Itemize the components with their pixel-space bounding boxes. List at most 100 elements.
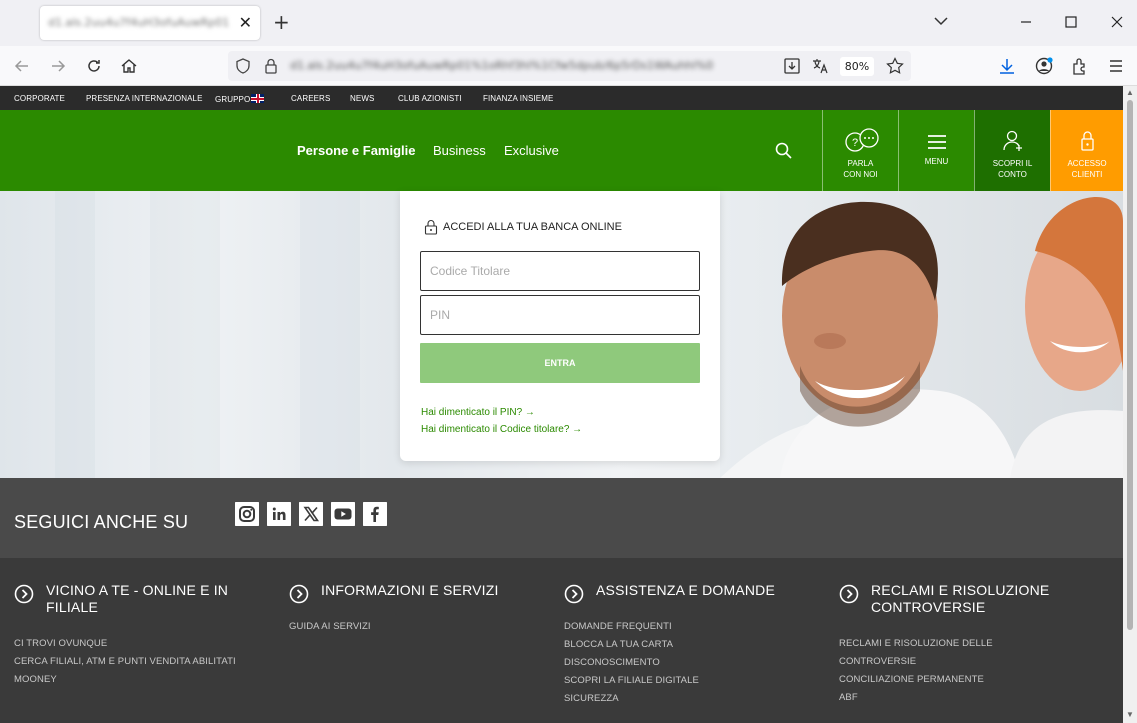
login-lock-icon: [424, 220, 438, 235]
segment-exclusive[interactable]: Exclusive: [504, 143, 559, 158]
uk-flag-icon: [251, 94, 265, 103]
login-title: ACCEDI ALLA TUA BANCA ONLINE: [443, 221, 622, 233]
parla-con-noi-button[interactable]: ? PARLA CON NOI: [822, 110, 898, 191]
forgot-pin-link[interactable]: Hai dimenticato il PIN? →: [421, 407, 535, 418]
tab-title: d1.als.2uu4u7f4uH3ofuAuwRp01: [48, 16, 230, 29]
footer-link[interactable]: CONTROVERSIE: [839, 656, 916, 667]
footer-link[interactable]: MOONEY: [14, 674, 57, 685]
accesso-clienti-button[interactable]: ACCESSO CLIENTI: [1050, 110, 1123, 191]
footer-heading[interactable]: INFORMAZIONI E SERVIZI: [321, 582, 551, 599]
topnav-finanza-insieme[interactable]: FINANZA INSIEME: [483, 94, 553, 103]
back-icon[interactable]: [12, 56, 32, 76]
footer-link[interactable]: DISCONOSCIMENTO: [564, 657, 660, 668]
topnav-club-azionisti[interactable]: CLUB AZIONISTI: [398, 94, 462, 103]
translate-icon[interactable]: [810, 56, 830, 76]
minimize-icon[interactable]: [1016, 12, 1036, 32]
chevron-circle-icon: [14, 584, 34, 604]
hero-background-column: [150, 191, 220, 478]
social-title: SEGUICI ANCHE SU: [14, 512, 189, 532]
footer-heading[interactable]: VICINO A TE - ONLINE E IN FILIALE: [46, 582, 276, 616]
hero-couple-photo: [720, 191, 1123, 478]
codice-titolare-input[interactable]: [420, 251, 700, 291]
footer-column-informazioni: INFORMAZIONI E SERVIZI GUIDA AI SERVIZI: [289, 582, 549, 702]
search-icon[interactable]: [774, 141, 794, 161]
footer-link[interactable]: ABF: [839, 692, 858, 703]
topnav-gruppo[interactable]: GRUPPO: [215, 94, 265, 104]
facebook-icon[interactable]: [363, 502, 387, 526]
footer-heading[interactable]: RECLAMI E RISOLUZIONE CONTROVERSIE: [871, 582, 1101, 616]
segment-business[interactable]: Business: [433, 143, 486, 158]
add-user-icon: [1003, 130, 1022, 151]
scroll-up-arrow-icon[interactable]: ▲: [1126, 88, 1134, 97]
address-bar[interactable]: d1.als.2uu4u7f4uH3ofuAuwRp01%1oRhf3hl%1C…: [228, 51, 911, 81]
entra-button[interactable]: ENTRA: [420, 343, 700, 383]
account-icon[interactable]: [1034, 56, 1054, 76]
chevron-circle-icon: [564, 584, 584, 604]
topnav-presenza-internazionale[interactable]: PRESENZA INTERNAZIONALE: [86, 94, 203, 103]
save-page-icon[interactable]: [782, 56, 802, 76]
footer-link[interactable]: DOMANDE FREQUENTI: [564, 621, 672, 632]
parla-con-noi-label: PARLA CON NOI: [843, 159, 878, 179]
home-icon[interactable]: [119, 56, 139, 76]
topnav-careers[interactable]: CAREERS: [291, 94, 330, 103]
youtube-icon[interactable]: [331, 502, 355, 526]
close-window-icon[interactable]: [1107, 12, 1127, 32]
new-tab-icon[interactable]: +: [273, 10, 290, 34]
maximize-icon[interactable]: [1061, 12, 1081, 32]
segment-persone-famiglie[interactable]: Persone e Famiglie: [297, 143, 416, 158]
padlock-icon[interactable]: [263, 57, 279, 75]
footer-link[interactable]: SCOPRI LA FILIALE DIGITALE: [564, 675, 699, 686]
close-tab-icon[interactable]: ✕: [239, 13, 252, 32]
shield-icon[interactable]: [234, 57, 252, 75]
footer-link[interactable]: CONCILIAZIONE PERMANENTE: [839, 674, 984, 685]
chevron-circle-icon: [289, 584, 309, 604]
accesso-clienti-label: ACCESSO CLIENTI: [1067, 159, 1107, 179]
footer-link[interactable]: GUIDA AI SERVIZI: [289, 621, 371, 632]
app-menu-icon[interactable]: [1106, 56, 1126, 76]
chat-icon: ?: [845, 128, 879, 152]
login-card: ACCEDI ALLA TUA BANCA ONLINE ENTRA Hai d…: [400, 191, 720, 461]
url-text: d1.als.2uu4u7f4uH3ofuAuwRp01%1oRhf3hl%1C…: [290, 59, 714, 72]
downloads-icon[interactable]: [997, 56, 1017, 76]
bookmark-star-icon[interactable]: [885, 56, 905, 76]
forgot-code-link[interactable]: Hai dimenticato il Codice titolare? →: [421, 424, 582, 435]
web-page: CORPORATE PRESENZA INTERNAZIONALE GRUPPO…: [0, 86, 1123, 723]
menu-label: MENU: [924, 157, 949, 166]
hero-background-column: [55, 191, 95, 478]
x-twitter-icon[interactable]: [299, 502, 323, 526]
top-utility-nav: CORPORATE PRESENZA INTERNAZIONALE GRUPPO…: [0, 86, 1123, 110]
zoom-level[interactable]: 80%: [840, 57, 874, 76]
svg-text:?: ?: [852, 137, 858, 149]
linkedin-icon[interactable]: [267, 502, 291, 526]
topnav-corporate[interactable]: CORPORATE: [14, 94, 65, 103]
footer-link[interactable]: BLOCCA LA TUA CARTA: [564, 639, 673, 650]
footer-heading[interactable]: ASSISTENZA E DOMANDE: [596, 582, 826, 599]
menu-button[interactable]: MENU: [898, 110, 974, 191]
footer-column-reclami: RECLAMI E RISOLUZIONE CONTROVERSIE RECLA…: [839, 582, 1099, 722]
topnav-gruppo-label: GRUPPO: [215, 95, 251, 104]
browser-tab[interactable]: d1.als.2uu4u7f4uH3ofuAuwRp01 ✕: [40, 6, 260, 40]
scroll-down-arrow-icon[interactable]: ▼: [1126, 710, 1134, 719]
page-scrollbar[interactable]: ▲ ▼: [1123, 86, 1137, 723]
footer-link[interactable]: CI TROVI OVUNQUE: [14, 638, 107, 649]
tab-list-chevron-icon[interactable]: [933, 13, 949, 29]
footer-link[interactable]: SICUREZZA: [564, 693, 619, 704]
browser-tab-bar: d1.als.2uu4u7f4uH3ofuAuwRp01 ✕ +: [0, 0, 1137, 46]
scopri-il-conto-label: SCOPRI IL CONTO: [992, 159, 1033, 179]
footer-link[interactable]: RECLAMI E RISOLUZIONE DELLE: [839, 638, 993, 649]
footer: VICINO A TE - ONLINE E IN FILIALE CI TRO…: [0, 558, 1123, 723]
footer-column-assistenza: ASSISTENZA E DOMANDE DOMANDE FREQUENTI B…: [564, 582, 824, 722]
pin-input[interactable]: [420, 295, 700, 335]
social-band: SEGUICI ANCHE SU: [0, 478, 1123, 558]
extensions-icon[interactable]: [1070, 56, 1090, 76]
instagram-icon[interactable]: [235, 502, 259, 526]
footer-link[interactable]: CERCA FILIALI, ATM E PUNTI VENDITA ABILI…: [14, 656, 236, 667]
scrollbar-thumb[interactable]: [1127, 100, 1133, 630]
topnav-news[interactable]: NEWS: [350, 94, 374, 103]
browser-toolbar: d1.als.2uu4u7f4uH3ofuAuwRp01%1oRhf3hl%1C…: [0, 46, 1137, 86]
main-nav: Persone e Famiglie Business Exclusive ? …: [0, 110, 1123, 191]
reload-icon[interactable]: [84, 56, 104, 76]
forward-icon[interactable]: [48, 56, 68, 76]
scopri-il-conto-button[interactable]: SCOPRI IL CONTO: [974, 110, 1050, 191]
footer-column-vicino-a-te: VICINO A TE - ONLINE E IN FILIALE CI TRO…: [14, 582, 274, 702]
